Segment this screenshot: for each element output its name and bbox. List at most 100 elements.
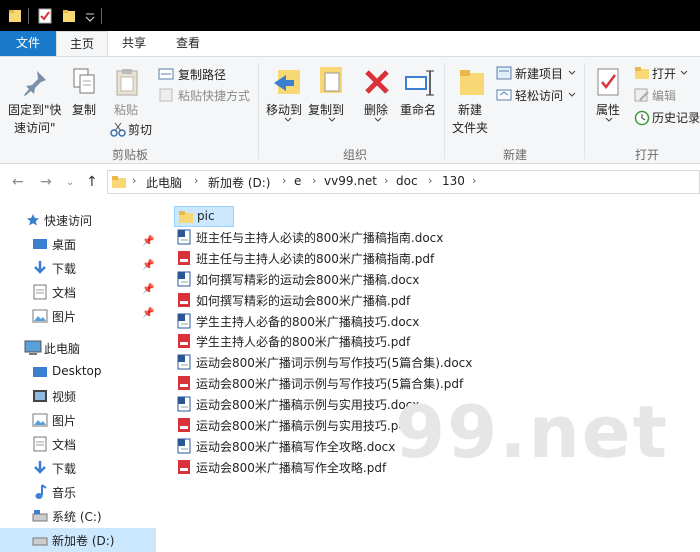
pin-icon[interactable]: 📌 [142,260,154,271]
chevron-down-icon[interactable] [84,8,96,24]
pin-icon[interactable]: 📌 [142,284,154,295]
forward-arrow-icon[interactable]: → [40,174,52,190]
tab-share[interactable]: 共享 [108,31,160,56]
pin-quick-label-2: 速访问" [14,121,56,135]
pdf-file-icon [178,418,190,432]
chevron-down-icon [680,70,688,75]
nav-item-downloads-pc[interactable]: 下载 [0,456,156,480]
chevron-down-icon [374,117,382,122]
nav-item-pictures[interactable]: 图片 📌 [0,304,156,328]
nav-item-videos[interactable]: 视频 [0,384,156,408]
copy-to-label: 复制到 [308,103,345,117]
nav-item-desktop-pc[interactable]: Desktop [0,360,156,384]
nav-item-label: 新加卷 (D:) [52,534,115,548]
breadcrumb-separator: › [384,174,389,187]
up-arrow-icon[interactable]: ↑ [86,174,98,190]
move-to-icon [274,70,300,94]
pdf-file-icon [178,376,190,391]
list-item[interactable]: 如何撰写精彩的运动会800米广播稿.pdf [174,290,674,311]
tab-file[interactable]: 文件 [0,31,56,56]
new-folder-icon[interactable] [62,8,76,24]
nav-item-drive-c[interactable]: 系统 (C:) [0,504,156,528]
breadcrumb-130[interactable]: 130 [442,174,465,188]
file-name: 运动会800米广播稿示例与实用技巧.docx [196,398,420,413]
title-bar [0,0,700,31]
properties-icon[interactable] [38,8,52,24]
copy-path-label: 复制路径 [178,68,227,82]
breadcrumb-separator: › [428,174,433,187]
nav-item-desktop[interactable]: 桌面 📌 [0,232,156,256]
back-arrow-icon[interactable]: ← [12,174,24,190]
history-icon [634,110,650,126]
breadcrumb-doc[interactable]: doc [396,174,418,188]
ribbon: 固定到"快 速访问" 复制 粘贴 复制路径 粘贴快捷方式 剪切 剪贴板 移动到 … [0,56,700,164]
nav-item-drive-d[interactable]: 新加卷 (D:) [0,528,156,552]
list-item[interactable]: 班主任与主持人必读的800米广播稿指南.docx [174,227,674,248]
nav-item-downloads[interactable]: 下载 📌 [0,256,156,280]
tab-home[interactable]: 主页 [56,31,108,57]
file-name: 如何撰写精彩的运动会800米广播稿.pdf [196,293,411,308]
new-item-icon [496,66,512,80]
word-file-icon [177,229,191,245]
folder-icon [112,176,126,188]
pdf-file-icon [178,334,190,349]
nav-item-label: 图片 [52,414,77,428]
nav-item-label: 音乐 [52,486,77,500]
list-item[interactable]: 学生主持人必备的800米广播稿技巧.docx [174,311,674,332]
breadcrumb-separator: › [472,174,477,187]
edit-icon [634,88,649,102]
nav-item-music[interactable]: 音乐 [0,480,156,504]
nav-item-documents-pc[interactable]: 文档 [0,432,156,456]
tab-view[interactable]: 查看 [160,31,216,56]
breadcrumb-separator: › [312,174,317,187]
desktop-icon [33,239,47,249]
video-icon [33,390,47,402]
history-label: 历史记录 [652,111,700,125]
list-item[interactable]: 班主任与主持人必读的800米广播稿指南.pdf [174,248,674,269]
nav-item-label: Desktop [52,364,102,378]
new-folder-icon [460,70,484,95]
word-file-icon [177,271,191,287]
recent-chevron-icon[interactable]: ⌄ [66,177,74,188]
file-name: 运动会800米广播稿写作全攻略.docx [196,439,396,454]
paste-shortcut-label: 粘贴快捷方式 [178,89,251,103]
nav-item-label: 下载 [52,462,77,476]
breadcrumb-e[interactable]: e [294,174,301,188]
pin-icon[interactable]: 📌 [142,308,154,319]
address-box[interactable]: › 此电脑 › 新加卷 (D:) › e › vv99.net › doc › … [107,170,700,194]
documents-icon [33,436,47,452]
new-folder-label-2: 文件夹 [452,121,489,135]
list-item[interactable]: 学生主持人必备的800米广播稿技巧.pdf [174,331,674,352]
list-item[interactable]: 运动会800米广播词示例与写作技巧(5篇合集).docx [174,352,674,373]
chevron-down-icon [568,70,576,75]
cut-label: 剪切 [128,123,153,137]
chevron-down-icon [568,92,576,97]
paste-shortcut-icon [159,88,173,102]
group-separator [258,63,259,159]
copy-to-icon [320,67,342,93]
pdf-file-icon [178,292,190,307]
toolbar-separator [101,8,102,24]
breadcrumb-this-pc[interactable]: 此电脑 [146,174,182,191]
list-item[interactable]: 如何撰写精彩的运动会800米广播稿.docx [174,269,674,290]
address-bar-row: ← → ⌄ ↑ › 此电脑 › 新加卷 (D:) › e › vv99.net … [0,164,700,200]
group-label-clipboard: 剪贴板 [111,148,148,162]
pin-icon[interactable]: 📌 [142,236,154,247]
rename-icon [405,70,434,96]
breadcrumb-drive-d[interactable]: 新加卷 (D:) [208,174,270,191]
delete-x-icon [365,70,389,94]
easy-access-icon [496,89,512,101]
nav-item-label: 桌面 [52,238,77,252]
nav-item-documents[interactable]: 文档 📌 [0,280,156,304]
nav-quick-access[interactable]: 快速访问 [0,208,156,232]
download-arrow-icon [34,261,46,274]
file-name: 如何撰写精彩的运动会800米广播稿.docx [196,272,420,287]
nav-item-pictures-pc[interactable]: 图片 [0,408,156,432]
nav-this-pc[interactable]: 此电脑 [0,336,156,360]
list-item[interactable]: pic [174,206,234,227]
open-label: 打开 [652,67,677,81]
music-note-icon [35,484,47,499]
copy-label: 复制 [72,103,97,117]
breadcrumb-vv99[interactable]: vv99.net [324,174,377,188]
download-arrow-icon [34,461,46,474]
